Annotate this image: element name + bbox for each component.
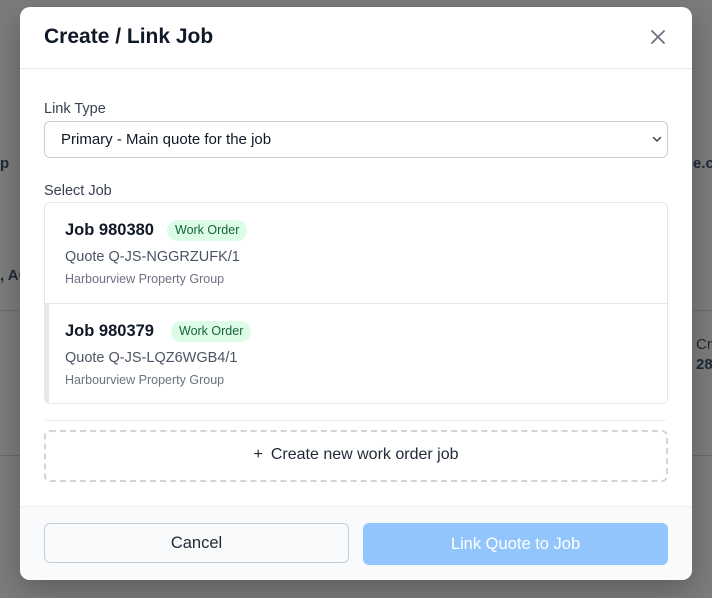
select-job-label: Select Job: [44, 183, 112, 199]
create-new-job-label: Create new work order job: [270, 446, 459, 463]
job-item[interactable]: Job 980380 Work Order Quote Q-JS-NGGRZUF…: [45, 203, 667, 303]
bg-text-fragment: Cr: [696, 336, 712, 353]
chevron-down-icon: [652, 136, 662, 142]
bg-text-fragment: p: [0, 155, 10, 172]
job-quote: Quote Q-JS-LQZ6WGB4/1: [65, 350, 238, 366]
job-title: Job 980379: [65, 322, 154, 340]
close-icon: [651, 30, 665, 44]
link-type-select[interactable]: Primary - Main quote for the job: [44, 121, 668, 158]
section-divider: [44, 420, 666, 421]
cancel-button[interactable]: Cancel: [44, 523, 349, 563]
create-link-job-dialog: Create / Link Job Link Type Primary - Ma…: [20, 7, 692, 580]
status-badge: Work Order: [167, 220, 248, 241]
job-quote: Quote Q-JS-NGGRZUFK/1: [65, 249, 240, 265]
bg-text-fragment: e.co: [693, 155, 712, 172]
job-title: Job 980380: [65, 221, 154, 239]
bg-text-fragment: 28: [696, 356, 712, 373]
create-new-job-content: + Create new work order job: [46, 446, 666, 464]
bg-divider: [692, 310, 712, 311]
close-button[interactable]: [648, 27, 668, 47]
dialog-header: Create / Link Job: [20, 7, 692, 69]
bg-divider: [0, 310, 20, 311]
status-badge: Work Order: [171, 321, 252, 342]
link-type-selected-value: Primary - Main quote for the job: [61, 131, 272, 148]
job-client: Harbourview Property Group: [65, 272, 225, 286]
link-type-label: Link Type: [44, 101, 106, 117]
job-client: Harbourview Property Group: [65, 373, 225, 387]
create-new-job-button[interactable]: + Create new work order job: [44, 430, 668, 482]
dialog-title: Create / Link Job: [44, 25, 214, 48]
link-quote-to-job-button[interactable]: Link Quote to Job: [363, 523, 668, 565]
bg-divider: [692, 455, 712, 456]
plus-icon: +: [253, 446, 263, 463]
job-list: Job 980380 Work Order Quote Q-JS-NGGRZUF…: [44, 202, 668, 404]
dialog-footer: Cancel Link Quote to Job: [20, 506, 692, 580]
job-item[interactable]: Job 980379 Work Order Quote Q-JS-LQZ6WGB…: [45, 303, 667, 403]
bg-divider: [0, 455, 20, 456]
